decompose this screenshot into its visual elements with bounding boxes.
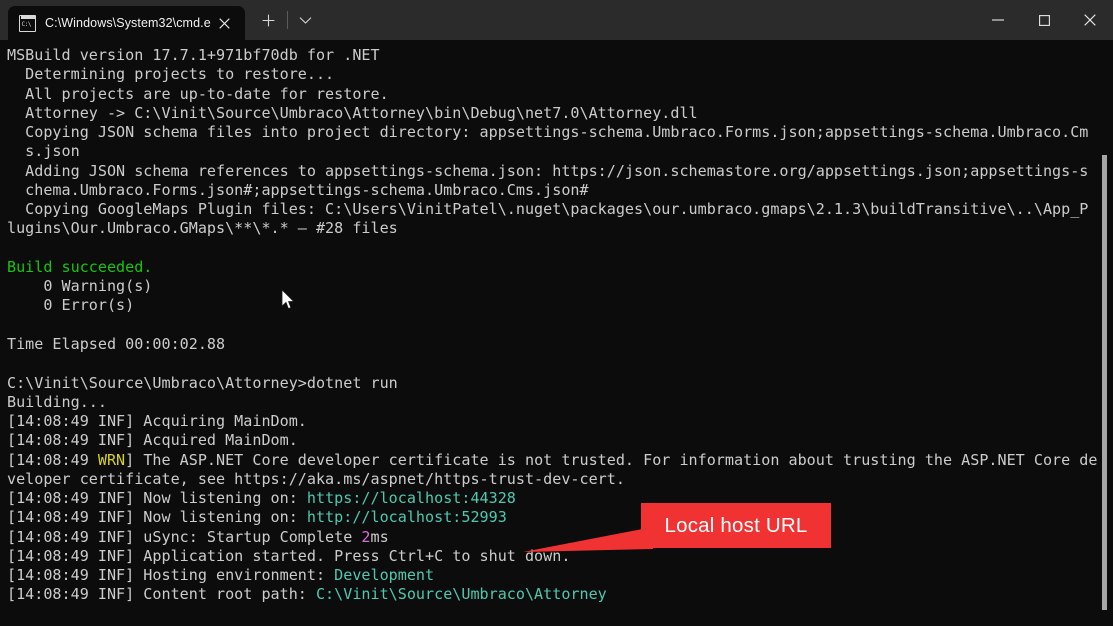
terminal-line: [14:08:49 WRN] The ASP.NET Core develope… [7,451,1113,470]
terminal-text-run: Time Elapsed 00:00:02.88 [7,334,226,353]
terminal-text-run: Building... [7,392,107,411]
terminal-text-run: [14:08:49 INF] Acquired MainDom. [7,431,298,450]
terminal-text-run: C:\Vinit\Source\Umbraco\Attorney>dotnet … [7,373,398,392]
terminal-text-run: [14:08:49 [7,450,98,469]
terminal-line: chema.Umbraco.Forms.json#;appsettings-sc… [7,181,1113,200]
new-tab-button[interactable] [251,4,287,36]
terminal-line: Copying GoogleMaps Plugin files: C:\User… [7,200,1113,219]
terminal-line: [14:08:49 INF] Hosting environment: Deve… [7,566,1113,585]
terminal-line: veloper certificate, see https://aka.ms/… [7,470,1113,489]
terminal-output[interactable]: MSBuild version 17.7.1+971bf70db for .NE… [0,40,1113,626]
terminal-text-run: ] The ASP.NET Core developer certificate… [125,450,1098,469]
tab-cmd[interactable]: C:\ C:\Windows\System32\cmd.e [8,6,245,40]
terminal-text-run: http://localhost:52993 [306,508,507,527]
cmd-console-icon: C:\ [19,14,36,32]
terminal-text-run: [14:08:49 INF] Application started. Pres… [7,546,571,565]
terminal-line: 0 Warning(s) [7,277,1113,296]
terminal-line: [14:08:49 INF] Acquired MainDom. [7,431,1113,450]
terminal-text-run: 2 [361,527,371,546]
terminal-line: [14:08:49 INF] Acquiring MainDom. [7,412,1113,431]
terminal-line: 0 Error(s) [7,296,1113,315]
close-tab-icon[interactable] [211,10,239,36]
terminal-text-run: Development [334,566,435,585]
terminal-text-run: [14:08:49 INF] Hosting environment: [7,566,335,585]
terminal-text-run: All projects are up-to-date for restore. [7,84,389,103]
terminal-text-run: Attorney -> C:\Vinit\Source\Umbraco\Atto… [7,103,698,122]
terminal-line: [14:08:49 INF] Application started. Pres… [7,547,1113,566]
terminal-text-run: s.json [7,142,80,161]
terminal-lines: MSBuild version 17.7.1+971bf70db for .NE… [7,46,1113,605]
terminal-text-run: ms [370,527,389,546]
terminal-line: C:\Vinit\Source\Umbraco\Attorney>dotnet … [7,374,1113,393]
window-controls [975,0,1113,40]
terminal-line: lugins\Our.Umbraco.GMaps\**\*.* – #28 fi… [7,219,1113,238]
terminal-text-run: Build succeeded. [7,257,153,276]
terminal-line: [14:08:49 INF] Content root path: C:\Vin… [7,585,1113,604]
terminal-text-run: [14:08:49 INF] Content root path: [7,585,316,604]
terminal-text-run: 0 Warning(s) [7,277,153,296]
tab-title: C:\Windows\System32\cmd.e [45,16,211,30]
cmd-icon-prompt-text: C:\ [21,20,32,28]
terminal-text-run: https://localhost:44328 [306,489,516,508]
terminal-line: Adding JSON schema references to appsett… [7,162,1113,181]
minimize-button[interactable] [975,0,1021,40]
terminal-text-run: C:\Vinit\Source\Umbraco\Attorney [315,585,607,604]
tab-strip: C:\ C:\Windows\System32\cmd.e [0,0,324,40]
terminal-line: [14:08:49 INF] uSync: Startup Complete 2… [7,528,1113,547]
vertical-scrollbar[interactable] [1099,40,1111,626]
terminal-text-run: [14:08:49 INF] Now listening on: [7,508,307,527]
terminal-line: Build succeeded. [7,258,1113,277]
terminal-text-run: Copying GoogleMaps Plugin files: C:\User… [7,200,1089,219]
terminal-line: Copying JSON schema files into project d… [7,123,1113,142]
terminal-text-run: Copying JSON schema files into project d… [7,123,1089,142]
terminal-text-run: 0 Error(s) [7,296,135,315]
terminal-line: [14:08:49 INF] Now listening on: https:/… [7,489,1113,508]
terminal-line: Determining projects to restore... [7,65,1113,84]
terminal-text-run: Adding JSON schema references to appsett… [7,161,1089,180]
maximize-button[interactable] [1021,0,1067,40]
tab-bar-actions [251,0,324,40]
terminal-line: All projects are up-to-date for restore. [7,85,1113,104]
scrollbar-thumb[interactable] [1102,155,1107,610]
terminal-text-run: MSBuild version 17.7.1+971bf70db for .NE… [7,46,380,64]
terminal-text-run: [14:08:49 INF] Now listening on: [7,489,307,508]
terminal-line: MSBuild version 17.7.1+971bf70db for .NE… [7,46,1113,65]
title-bar: C:\ C:\Windows\System32\cmd.e [0,0,1113,40]
terminal-window: C:\ C:\Windows\System32\cmd.e MSBuild ve… [0,0,1113,626]
terminal-text-run: veloper certificate, see https://aka.ms/… [7,469,625,488]
terminal-text-run: [14:08:49 INF] uSync: Startup Complete [7,527,362,546]
terminal-text-run: [14:08:49 INF] Acquiring MainDom. [7,412,307,431]
terminal-text-run: lugins\Our.Umbraco.GMaps\**\*.* – #28 fi… [7,219,398,238]
terminal-line: Building... [7,393,1113,412]
terminal-line: [14:08:49 INF] Now listening on: http://… [7,508,1113,527]
terminal-text-run: chema.Umbraco.Forms.json#;appsettings-sc… [7,180,589,199]
chevron-down-icon[interactable] [288,4,324,36]
terminal-text-run: WRN [97,450,126,469]
terminal-line: Attorney -> C:\Vinit\Source\Umbraco\Atto… [7,104,1113,123]
terminal-line: s.json [7,142,1113,161]
close-window-button[interactable] [1067,0,1113,40]
terminal-line: Time Elapsed 00:00:02.88 [7,335,1113,354]
terminal-text-run: Determining projects to restore... [7,65,335,84]
